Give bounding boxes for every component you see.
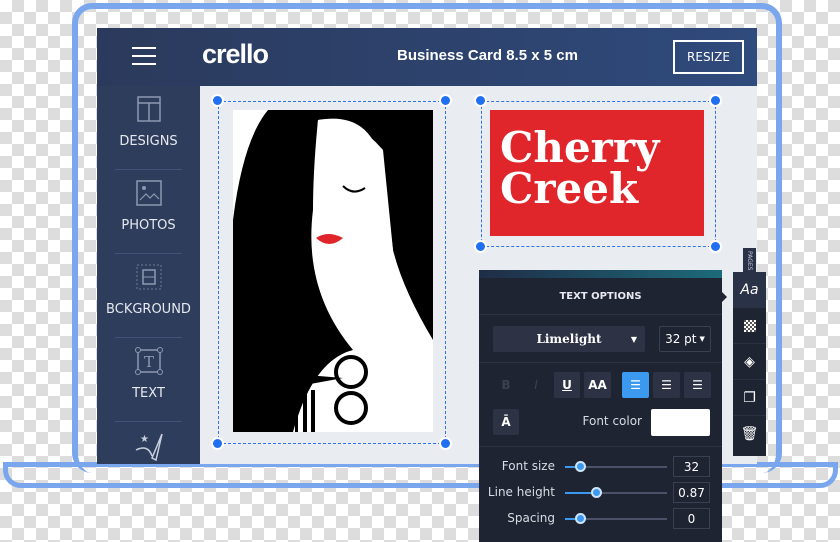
duplicate-tool[interactable]: ❐ (733, 380, 766, 416)
panel-title: TEXT OPTIONS (559, 291, 642, 302)
menu-icon[interactable] (132, 47, 156, 65)
sidebar: DESIGNS PHOTOS BCKGROUND T TEXT ★ (97, 86, 200, 464)
sidebar-item-background[interactable]: BCKGROUND (97, 254, 200, 338)
sidebar-item-label: BCKGROUND (106, 302, 191, 317)
woman-illustration (233, 110, 433, 432)
resize-handle[interactable] (211, 437, 224, 450)
slider-label: Line height (487, 485, 555, 499)
layers-icon: ◈ (744, 353, 755, 370)
sidebar-item-label: PHOTOS (121, 218, 176, 233)
trash-icon: 🗑 (740, 426, 759, 442)
background-icon (136, 264, 162, 290)
text-style-tool[interactable]: Aa (733, 272, 766, 308)
slider-handle[interactable] (575, 513, 587, 524)
resize-handle[interactable] (474, 240, 487, 253)
sidebar-item-label: TEXT (132, 386, 165, 401)
slider-track[interactable] (565, 513, 667, 524)
card-illustration[interactable] (233, 110, 433, 432)
transparency-icon (743, 319, 756, 332)
duplicate-icon: ❐ (743, 389, 756, 406)
align-right-button[interactable]: ☰ (684, 372, 711, 398)
slider-handle[interactable] (575, 461, 587, 472)
sidebar-item-brush[interactable]: ★ (97, 422, 200, 464)
align-center-icon: ☰ (661, 378, 672, 392)
pages-tab-label: PAGES (746, 250, 753, 271)
document-title: Business Card 8.5 x 5 cm (397, 47, 578, 64)
slider-handle[interactable] (590, 487, 602, 498)
pages-tab[interactable]: PAGES (743, 248, 756, 273)
bold-button[interactable]: B (493, 372, 519, 398)
card-text-block[interactable]: Cherry Creek (490, 110, 704, 236)
font-family-dropdown[interactable]: Limelight ▼ (493, 326, 645, 352)
svg-text:★: ★ (140, 434, 149, 445)
text-effect-button[interactable]: Ā (493, 409, 519, 435)
sidebar-item-designs[interactable]: DESIGNS (97, 86, 200, 170)
resize-handle[interactable] (709, 94, 722, 107)
slider-track[interactable] (565, 487, 667, 498)
text-style-icon: Aa (740, 281, 759, 298)
brush-icon: ★ (135, 433, 163, 462)
align-center-button[interactable]: ☰ (653, 372, 680, 398)
align-left-button[interactable]: ☰ (622, 372, 649, 398)
transparency-tool[interactable] (733, 308, 766, 344)
font-color-swatch[interactable] (651, 409, 710, 436)
chevron-down-icon: ▼ (699, 335, 705, 343)
caret-icon (722, 292, 727, 302)
resize-handle[interactable] (439, 94, 452, 107)
underline-button[interactable]: U (554, 372, 580, 398)
resize-button[interactable]: RESIZE (673, 40, 744, 74)
sidebar-item-text[interactable]: T TEXT (97, 338, 200, 422)
sidebar-item-label: DESIGNS (119, 134, 178, 149)
uppercase-button[interactable]: AA (584, 372, 611, 398)
font-color-label: Font color (582, 414, 643, 428)
resize-handle[interactable] (709, 240, 722, 253)
text-options-panel: TEXT OPTIONS Limelight ▼ 32 pt ▼ B I U AA … (479, 270, 722, 542)
resize-handle[interactable] (474, 94, 487, 107)
layout-icon (137, 96, 161, 122)
slider-label: Spacing (507, 511, 555, 525)
align-right-icon: ☰ (692, 378, 703, 392)
align-left-icon: ☰ (630, 378, 641, 392)
side-toolbar: Aa ◈ ❐ 🗑 (733, 272, 766, 456)
svg-text:T: T (144, 353, 154, 371)
header: crello Business Card 8.5 x 5 cm RESIZE (97, 28, 757, 86)
italic-button[interactable]: I (523, 372, 549, 398)
resize-handle[interactable] (439, 437, 452, 450)
card-text-line: Creek (500, 164, 639, 213)
sidebar-item-photos[interactable]: PHOTOS (97, 170, 200, 254)
slider-value-input[interactable]: 0 (673, 508, 710, 529)
text-box-icon: T (135, 347, 163, 375)
slider-label: Font size (501, 459, 555, 473)
layers-tool[interactable]: ◈ (733, 344, 766, 380)
slider-value-input[interactable]: 32 (673, 456, 710, 477)
card-text-line: Cherry (500, 123, 660, 172)
delete-tool[interactable]: 🗑 (733, 416, 766, 452)
resize-handle[interactable] (211, 94, 224, 107)
logo: crello (202, 39, 269, 69)
slider-value-input[interactable]: 0.87 (673, 482, 710, 503)
font-size-value: 32 pt (665, 332, 697, 346)
font-name: Limelight (536, 332, 602, 346)
slider-track[interactable] (565, 461, 667, 472)
image-icon (136, 180, 162, 206)
font-size-dropdown[interactable]: 32 pt ▼ (659, 326, 711, 352)
chevron-down-icon: ▼ (630, 334, 637, 344)
